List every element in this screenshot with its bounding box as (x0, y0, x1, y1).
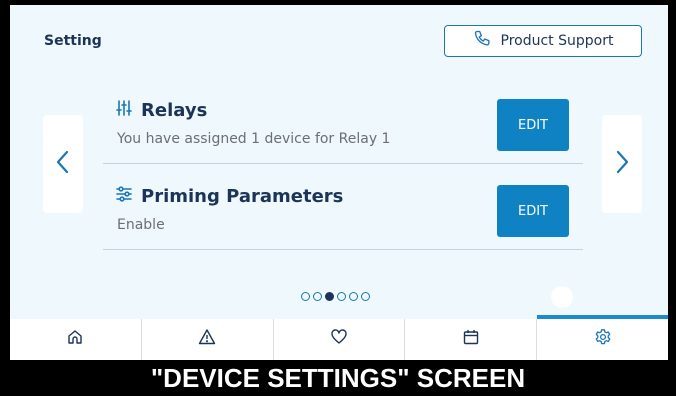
tab-settings[interactable] (537, 315, 668, 360)
calendar-icon (462, 328, 480, 351)
relays-card: Relays You have assigned 1 device for Re… (103, 79, 583, 164)
tab-schedule[interactable] (405, 319, 538, 360)
priming-parameters-edit-button[interactable]: EDIT (497, 185, 569, 237)
home-icon (66, 328, 84, 351)
alert-icon (198, 328, 216, 351)
sliders-horizontal-icon (115, 185, 133, 208)
gear-icon (594, 328, 612, 351)
device-screen: Setting Product Support Relays You have … (10, 5, 668, 360)
product-support-label: Product Support (500, 33, 614, 49)
bottom-tab-bar (10, 315, 668, 360)
page-dot[interactable] (337, 292, 346, 301)
priming-parameters-title: Priming Parameters (141, 186, 344, 207)
screen-caption: "DEVICE SETTINGS" SCREEN (0, 360, 676, 396)
priming-parameters-subtitle: Enable (117, 217, 165, 233)
page-dot[interactable] (361, 292, 370, 301)
relays-title: Relays (141, 100, 208, 121)
previous-page-button[interactable] (43, 115, 83, 213)
tab-home[interactable] (10, 319, 142, 360)
sliders-vertical-icon (115, 99, 133, 122)
page-dot[interactable] (349, 292, 358, 301)
page-dot[interactable] (301, 292, 310, 301)
image-frame: Setting Product Support Relays You have … (0, 0, 676, 396)
relays-edit-button[interactable]: EDIT (497, 99, 569, 151)
page-dot-active[interactable] (325, 292, 334, 301)
next-page-button[interactable] (602, 115, 642, 213)
product-support-button[interactable]: Product Support (444, 25, 642, 57)
tab-alerts[interactable] (142, 319, 274, 360)
relays-subtitle: You have assigned 1 device for Relay 1 (117, 131, 391, 147)
chevron-right-icon (614, 149, 630, 180)
chevron-left-icon (55, 149, 71, 180)
heart-icon (330, 328, 348, 351)
tab-favorites[interactable] (274, 319, 406, 360)
decorative-circle (551, 286, 573, 308)
page-dot[interactable] (313, 292, 322, 301)
phone-icon (473, 29, 493, 53)
priming-parameters-card: Priming Parameters Enable EDIT (103, 165, 583, 250)
page-title: Setting (44, 33, 102, 49)
page-indicator (301, 292, 370, 301)
